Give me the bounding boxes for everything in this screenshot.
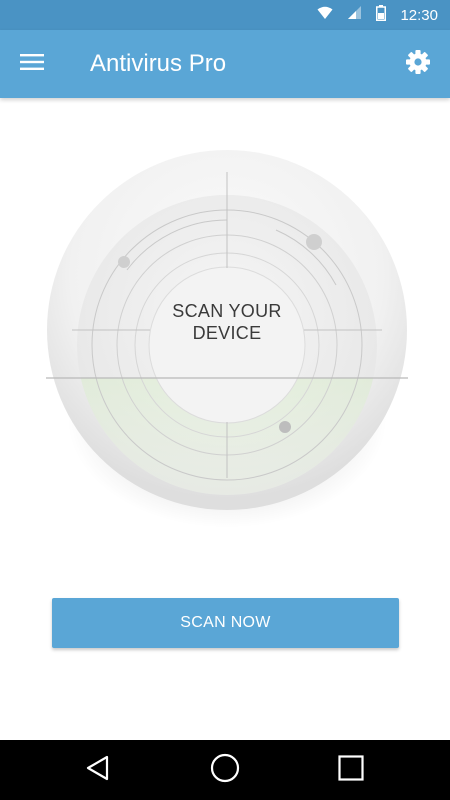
scan-label: SCAN YOUR DEVICE <box>46 300 408 344</box>
back-button[interactable] <box>78 750 118 790</box>
app-title: Antivirus Pro <box>90 50 227 77</box>
wifi-icon <box>317 6 333 25</box>
navigation-bar <box>0 740 450 800</box>
gear-icon <box>405 49 431 80</box>
screen: 12:30 Antivirus Pro SCAN YOUR DEVICE SCA… <box>0 0 450 800</box>
signal-icon <box>347 5 362 25</box>
recents-icon <box>338 754 364 786</box>
recents-button[interactable] <box>331 750 371 790</box>
home-icon <box>210 753 240 788</box>
scan-label-line2: DEVICE <box>192 323 262 343</box>
home-button[interactable] <box>205 750 245 790</box>
back-icon <box>84 754 112 787</box>
settings-button[interactable] <box>400 46 436 82</box>
hamburger-menu-icon <box>20 53 44 76</box>
status-time: 12:30 <box>400 6 438 24</box>
battery-icon <box>376 4 387 26</box>
status-bar: 12:30 <box>0 0 450 30</box>
scan-label-line1: SCAN YOUR <box>172 301 282 321</box>
menu-button[interactable] <box>14 46 50 82</box>
app-bar: Antivirus Pro <box>0 30 450 98</box>
scan-now-button[interactable]: SCAN NOW <box>52 598 399 648</box>
status-icons: 12:30 <box>317 0 438 30</box>
